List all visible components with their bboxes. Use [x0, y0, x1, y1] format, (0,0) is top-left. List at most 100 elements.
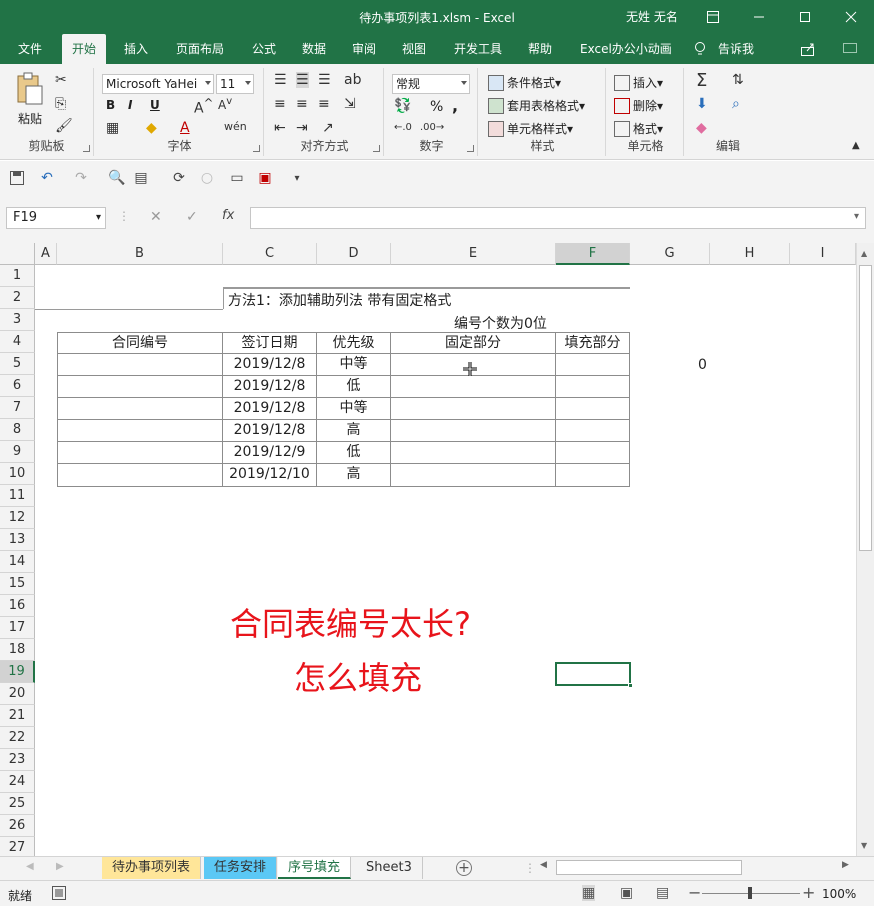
sheet-tab-serial-fill[interactable]: 序号填充	[278, 857, 352, 879]
formula-input[interactable]	[250, 207, 866, 229]
table-cell-priority[interactable]: 中等	[317, 354, 391, 376]
bold-button[interactable]: B	[106, 98, 115, 112]
table-cell[interactable]	[556, 420, 630, 442]
format-cells-button[interactable]: 格式 ▾	[614, 120, 663, 137]
next-sheet-icon[interactable]: ▶	[56, 861, 64, 872]
print-preview-icon[interactable]: 🔍	[108, 169, 126, 187]
share-icon[interactable]	[800, 42, 816, 59]
row-header[interactable]: 12	[0, 507, 35, 529]
table-cell[interactable]	[57, 376, 223, 398]
cell-c2[interactable]: 方法1：添加辅助列法 带有固定格式	[228, 290, 451, 310]
paste-button[interactable]: 粘贴	[18, 110, 42, 127]
percent-button[interactable]: %	[430, 99, 443, 115]
table-cell[interactable]	[556, 464, 630, 487]
tab-page-layout[interactable]: 页面布局	[166, 34, 234, 64]
tell-me-box[interactable]: 告诉我	[708, 34, 764, 64]
sort-filter-icon[interactable]: ⇅	[732, 72, 744, 88]
tab-insert[interactable]: 插入	[114, 34, 158, 64]
table-cell[interactable]	[391, 398, 556, 420]
row-header[interactable]: 10	[0, 463, 35, 485]
minimize-icon[interactable]	[736, 0, 782, 34]
maximize-icon[interactable]	[782, 0, 828, 34]
header-fill-part[interactable]: 填充部分	[556, 332, 630, 354]
copy-icon[interactable]: ⎘	[55, 96, 66, 112]
clear-icon[interactable]: ◆	[696, 120, 707, 136]
row-header[interactable]: 14	[0, 551, 35, 573]
number-format-select[interactable]: 常规	[392, 74, 470, 94]
page-layout-view-icon[interactable]: ▣	[620, 885, 633, 901]
insert-function-icon[interactable]: fx	[222, 208, 234, 223]
table-cell-date[interactable]: 2019/12/9	[223, 442, 317, 464]
refresh-icon[interactable]: ⟳	[170, 169, 188, 187]
table-cell[interactable]	[556, 442, 630, 464]
row-header[interactable]: 4	[0, 331, 35, 353]
align-bottom-icon[interactable]: ☰	[318, 72, 331, 88]
header-contract-number[interactable]: 合同编号	[57, 332, 223, 354]
scroll-left-icon[interactable]: ◀	[540, 860, 547, 870]
sheet-tab-tasks[interactable]: 任务安排	[204, 857, 278, 879]
undo-icon[interactable]: ↶	[38, 169, 56, 187]
circle-icon[interactable]: ○	[198, 169, 216, 187]
scroll-up-icon[interactable]: ▲	[861, 249, 867, 258]
row-header[interactable]: 24	[0, 771, 35, 793]
cancel-icon[interactable]: ✕	[150, 209, 162, 225]
insert-cells-button[interactable]: 插入 ▾	[614, 74, 663, 91]
tab-developer[interactable]: 开发工具	[444, 34, 512, 64]
alignment-launcher-icon[interactable]	[373, 145, 380, 152]
column-header-h[interactable]: H	[710, 243, 790, 265]
page-break-view-icon[interactable]: ▤	[656, 885, 669, 901]
orientation-icon[interactable]: ab	[344, 72, 361, 88]
row-header[interactable]: 21	[0, 705, 35, 727]
increase-decimal-icon[interactable]: ←.0	[394, 122, 412, 133]
zoom-slider-thumb[interactable]	[748, 887, 752, 899]
prev-sheet-icon[interactable]: ◀	[26, 861, 34, 872]
select-all-corner[interactable]	[0, 243, 35, 265]
row-header[interactable]: 6	[0, 375, 35, 397]
row-header[interactable]: 27	[0, 837, 35, 856]
zoom-level[interactable]: 100%	[822, 887, 856, 901]
increase-indent-icon[interactable]: ⇥	[296, 120, 308, 136]
tab-file[interactable]: 文件	[8, 34, 52, 64]
font-color-icon[interactable]: A	[180, 120, 190, 136]
tab-review[interactable]: 审阅	[342, 34, 386, 64]
italic-button[interactable]: I	[128, 98, 132, 112]
tab-formulas[interactable]: 公式	[242, 34, 286, 64]
collapse-ribbon-icon[interactable]: ▲	[852, 140, 860, 151]
save-icon[interactable]	[8, 169, 26, 187]
zoom-in-icon[interactable]: +	[802, 883, 815, 902]
tab-home[interactable]: 开始	[62, 34, 107, 64]
table-cell[interactable]	[57, 354, 223, 376]
tab-help[interactable]: 帮助	[518, 34, 562, 64]
row-header[interactable]: 5	[0, 353, 35, 375]
row-header[interactable]: 26	[0, 815, 35, 837]
column-header-d[interactable]: D	[317, 243, 391, 265]
autosum-icon[interactable]: Σ	[696, 70, 707, 91]
column-header-c[interactable]: C	[223, 243, 317, 265]
layout-icon[interactable]: ▭	[228, 169, 246, 187]
align-right-icon[interactable]: ≡	[318, 96, 330, 112]
row-header[interactable]: 15	[0, 573, 35, 595]
underline-button[interactable]: U	[150, 98, 160, 112]
cell-styles-button[interactable]: 单元格样式 ▾	[488, 120, 573, 137]
align-left-icon[interactable]: ≡	[274, 96, 286, 112]
row-header[interactable]: 20	[0, 683, 35, 705]
add-sheet-icon[interactable]: +	[456, 860, 472, 876]
header-sign-date[interactable]: 签订日期	[223, 332, 317, 354]
row-header[interactable]: 19	[0, 661, 35, 683]
formula-options-icon[interactable]: ⋮	[118, 209, 130, 223]
active-cell-f19[interactable]	[555, 662, 633, 688]
row-header[interactable]: 3	[0, 309, 35, 331]
row-header[interactable]: 16	[0, 595, 35, 617]
borders-icon[interactable]: ▦	[106, 120, 119, 136]
fill-color-icon[interactable]: ◆	[146, 120, 157, 136]
table-cell-priority[interactable]: 低	[317, 376, 391, 398]
tab-excel-animation[interactable]: Excel办公小动画	[570, 34, 682, 64]
font-launcher-icon[interactable]	[253, 145, 260, 152]
header-fixed-part[interactable]: 固定部分	[391, 332, 556, 354]
table-cell-date[interactable]: 2019/12/8	[223, 420, 317, 442]
table-cell-date[interactable]: 2019/12/8	[223, 398, 317, 420]
row-header[interactable]: 22	[0, 727, 35, 749]
decrease-indent-icon[interactable]: ⇤	[274, 120, 286, 136]
table-cell[interactable]	[391, 420, 556, 442]
table-cell-priority[interactable]: 高	[317, 420, 391, 442]
